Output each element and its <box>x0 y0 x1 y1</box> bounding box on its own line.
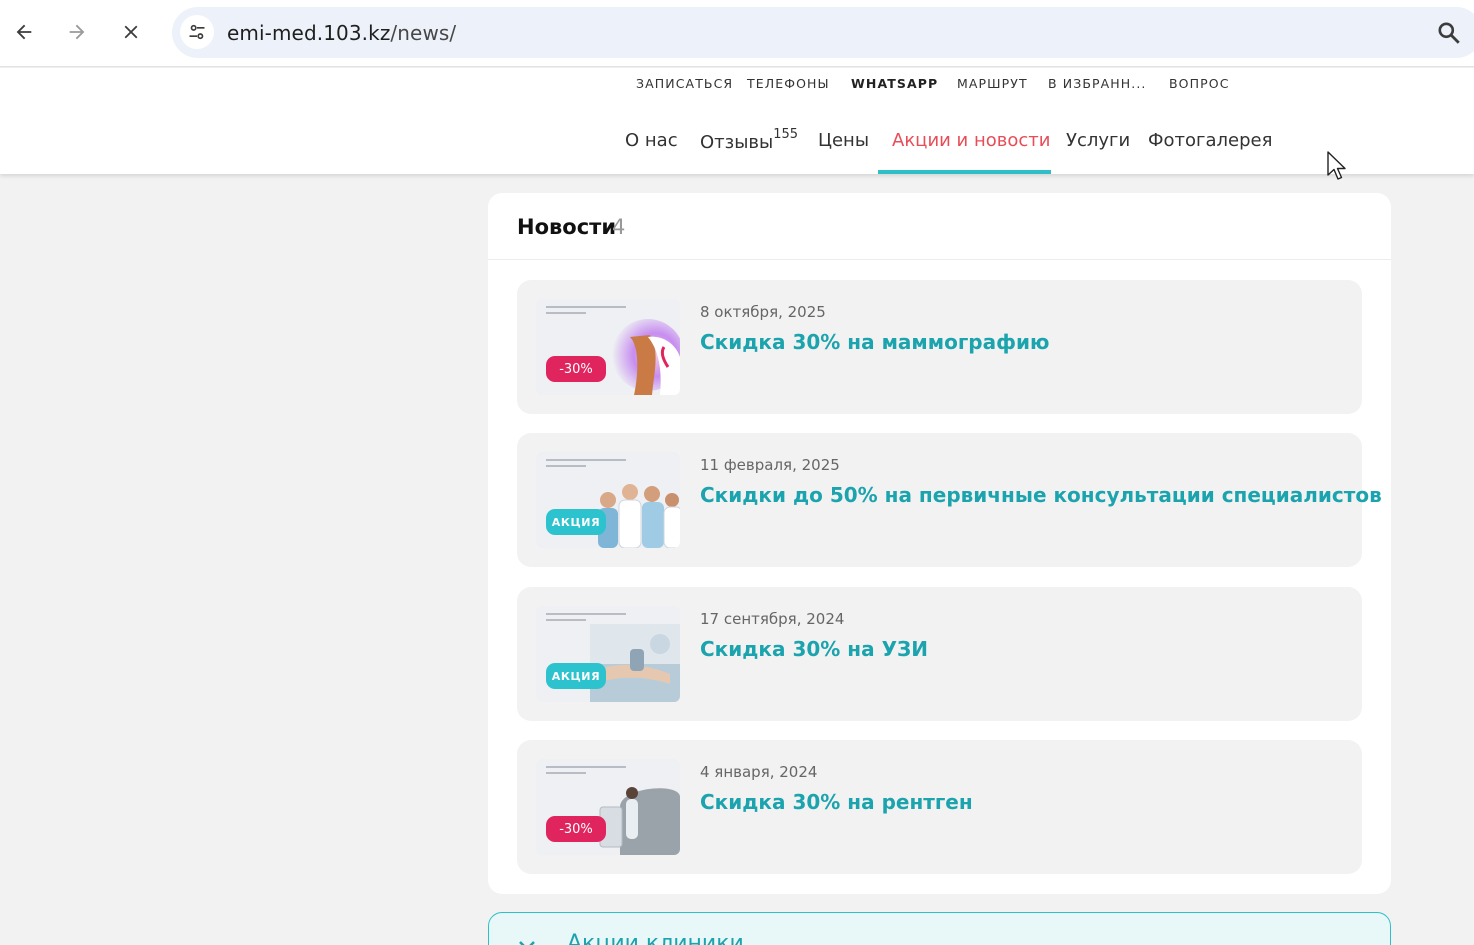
news-header: Новости 4 <box>488 193 1391 260</box>
doctors-photo <box>590 470 680 548</box>
thumbnail-caption <box>546 306 626 310</box>
news-item[interactable]: АКЦИЯ 17 сентября, 2024 Скидка 30% на УЗ… <box>517 587 1362 721</box>
url-host: emi-med.103.kz <box>227 21 391 45</box>
news-thumbnail[interactable]: АКЦИЯ <box>536 452 680 548</box>
news-title-link[interactable]: Скидка 30% на УЗИ <box>700 637 928 661</box>
news-title-link[interactable]: Скидки до 50% на первичные консультации … <box>700 483 1382 507</box>
arrow-left-icon <box>16 24 32 40</box>
url-path: /news/ <box>390 21 457 45</box>
promotions-accordion[interactable]: Акции клиники <box>488 912 1391 945</box>
news-title: Новости <box>517 215 617 239</box>
xray-photo <box>590 777 680 855</box>
tab-reviews[interactable]: Отзывы155 <box>700 127 799 153</box>
address-bar[interactable]: emi-med.103.kz/news/ <box>172 7 1474 58</box>
arrow-right-icon <box>69 24 85 40</box>
quick-link-route[interactable]: МАРШРУТ <box>957 76 1028 91</box>
quick-link-signup[interactable]: ЗАПИСАТЬСЯ <box>636 76 733 91</box>
thumbnail-caption <box>546 766 626 770</box>
site-info-button[interactable] <box>180 15 214 49</box>
tab-promotions-news[interactable]: Акции и новости <box>892 130 1050 151</box>
promo-badge: АКЦИЯ <box>546 663 606 689</box>
news-panel: Новости 4 -30% 8 октября, 2025 Скидка 30… <box>488 193 1391 894</box>
active-tab-indicator <box>878 170 1051 174</box>
tab-reviews-label: Отзывы <box>700 132 774 153</box>
thumbnail-caption <box>546 613 626 617</box>
reviews-count: 155 <box>773 127 799 142</box>
stop-loading-button[interactable] <box>113 14 149 50</box>
news-title-link[interactable]: Скидка 30% на рентген <box>700 790 973 814</box>
thumbnail-caption <box>546 772 586 774</box>
news-thumbnail[interactable]: АКЦИЯ <box>536 606 680 702</box>
ultrasound-photo <box>590 624 680 702</box>
tab-gallery[interactable]: Фотогалерея <box>1148 130 1272 151</box>
quick-link-whatsapp[interactable]: WHATSAPP <box>851 76 938 91</box>
quick-link-favorites[interactable]: В ИЗБРАНН... <box>1048 76 1147 91</box>
section-tabs: О нас Отзывы155 Цены Акции и новости Усл… <box>0 118 1474 174</box>
news-item[interactable]: АКЦИЯ 11 февраля, 2025 Скидки до 50% на … <box>517 433 1382 567</box>
thumbnail-caption <box>546 619 586 621</box>
quick-links-bar: ЗАПИСАТЬСЯ ТЕЛЕФОНЫ WHATSAPP МАРШРУТ В И… <box>0 76 1474 92</box>
news-count: 4 <box>612 215 626 239</box>
promotions-accordion-label: Акции клиники <box>567 931 744 945</box>
close-icon <box>124 25 138 39</box>
news-date: 8 октября, 2025 <box>700 303 826 321</box>
news-item[interactable]: -30% 4 января, 2024 Скидка 30% на рентге… <box>517 740 1362 874</box>
quick-link-phones[interactable]: ТЕЛЕФОНЫ <box>747 76 830 91</box>
thumbnail-caption <box>546 312 586 314</box>
back-button[interactable] <box>6 14 42 50</box>
news-date: 11 февраля, 2025 <box>700 456 840 474</box>
tune-icon <box>189 24 205 40</box>
news-date: 17 сентября, 2024 <box>700 610 845 628</box>
mammography-photo <box>590 317 680 395</box>
chevron-down-icon <box>519 941 535 945</box>
url-text[interactable]: emi-med.103.kz/news/ <box>227 21 456 45</box>
discount-badge: -30% <box>546 356 606 382</box>
discount-badge: -30% <box>546 816 606 842</box>
thumbnail-caption <box>546 465 586 467</box>
news-date: 4 января, 2024 <box>700 763 818 781</box>
magnifier-icon[interactable] <box>1436 20 1462 46</box>
tab-services[interactable]: Услуги <box>1066 130 1130 151</box>
tab-prices[interactable]: Цены <box>818 130 869 151</box>
forward-button[interactable] <box>59 14 95 50</box>
mouse-cursor-icon <box>1327 151 1346 180</box>
browser-toolbar: emi-med.103.kz/news/ <box>0 0 1474 67</box>
promo-badge: АКЦИЯ <box>546 509 606 535</box>
quick-link-question[interactable]: ВОПРОС <box>1169 76 1230 91</box>
tab-about[interactable]: О нас <box>625 130 678 151</box>
news-title-link[interactable]: Скидка 30% на маммографию <box>700 330 1049 354</box>
news-item[interactable]: -30% 8 октября, 2025 Скидка 30% на маммо… <box>517 280 1362 414</box>
site-header: ЗАПИСАТЬСЯ ТЕЛЕФОНЫ WHATSAPP МАРШРУТ В И… <box>0 68 1474 174</box>
thumbnail-caption <box>546 459 626 463</box>
news-thumbnail[interactable]: -30% <box>536 299 680 395</box>
news-thumbnail[interactable]: -30% <box>536 759 680 855</box>
